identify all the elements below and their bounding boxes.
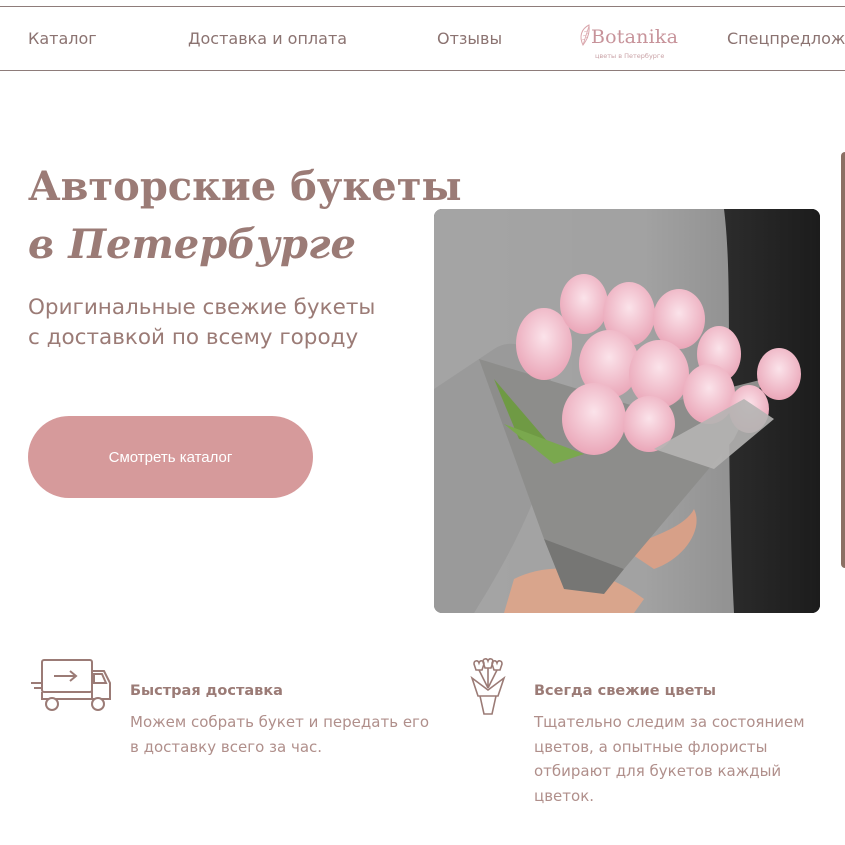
hero-title-line-1: Авторские букеты (28, 163, 462, 210)
hero-bouquet-photo (434, 209, 820, 613)
logo-wordmark: Botanika (591, 26, 679, 48)
botanika-logo[interactable]: Botanika цветы в Петербурге (575, 21, 685, 61)
nav-link-catalog[interactable]: Каталог (28, 29, 97, 48)
feature-title-fast-delivery: Быстрая доставка (130, 683, 283, 699)
tulip-bouquet-image (434, 209, 820, 613)
hero-subtitle-line-2: с доставкой по всему городу (28, 325, 359, 350)
feature-text-fast-delivery: Можем собрать букет и передать его в дос… (130, 713, 430, 756)
main-navigation: Каталог Доставка и оплата Отзывы Botanik… (0, 7, 845, 71)
nav-link-delivery[interactable]: Доставка и оплата (188, 29, 347, 48)
hero-subtitle: Оригинальные свежие букеты с доставкой п… (28, 293, 428, 353)
hero-subtitle-line-1: Оригинальные свежие букеты (28, 295, 376, 320)
tulip-bouquet-icon (470, 658, 506, 715)
nav-link-special-offers[interactable]: Спецпредлож (727, 29, 845, 48)
next-slide-photo-edge[interactable] (841, 152, 845, 568)
delivery-truck-icon (31, 659, 111, 711)
feature-title-fresh-flowers: Всегда свежие цветы (534, 683, 716, 699)
feature-text-fresh-flowers: Тщательно следим за состоянием цветов, а… (534, 713, 805, 805)
nav-link-reviews[interactable]: Отзывы (437, 29, 502, 48)
view-catalog-button[interactable]: Смотреть каталог (28, 416, 313, 498)
hero-title: Авторские букеты в Петербурге (28, 158, 462, 274)
logo-tagline: цветы в Петербурге (595, 52, 665, 60)
hero-title-line-2: в Петербурге (28, 221, 356, 268)
